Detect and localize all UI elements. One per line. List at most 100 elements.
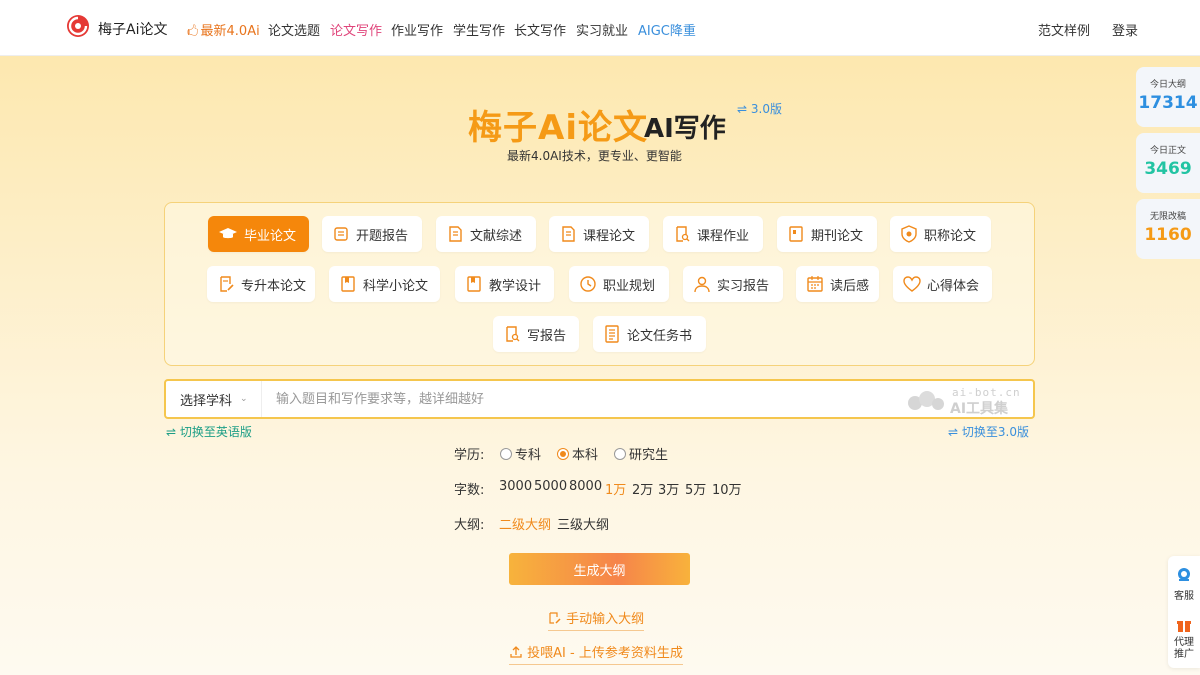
option-label: 专科 [515,448,542,463]
subject-select[interactable]: 选择学科 ⌄ [166,381,262,417]
category-label: 课程作业 [697,228,750,244]
word-count-option[interactable]: 5万 [685,479,706,498]
hero-subtitle: AI写作 [644,114,726,144]
upload-reference-label: 投喂AI - 上传参考资料生成 [527,646,683,661]
stat-label: 无限改稿 [1149,212,1186,222]
outline-option-two-level[interactable]: 二级大纲 [499,514,551,533]
category-teaching-design[interactable]: 教学设计 [455,266,554,302]
word-count-option[interactable]: 3000 [499,479,532,494]
option-label: 本科 [572,448,599,463]
stat-value: 1160 [1144,225,1192,245]
generate-outline-button[interactable]: 生成大纲 [509,553,690,585]
nav-internship[interactable]: 实习就业 [576,20,628,39]
logo-icon[interactable] [66,14,90,38]
stat-unlimited-revisions: 无限改稿 1160 [1136,199,1200,259]
nav-homework-writing[interactable]: 作业写作 [391,20,443,39]
document-search-icon [506,326,520,342]
category-graduation-thesis[interactable]: 毕业论文 [208,216,309,252]
option-label: 研究生 [629,448,669,463]
brand-name[interactable]: 梅子Ai论文 [98,19,167,39]
category-write-report[interactable]: 写报告 [493,316,579,352]
category-label: 期刊论文 [811,228,864,244]
category-career-planning[interactable]: 职业规划 [569,266,669,302]
category-course-paper[interactable]: 课程论文 [549,216,649,252]
category-experience-essay[interactable]: 心得体会 [893,266,992,302]
switch-v3-link[interactable]: ⇌ 切换至3.0版 [948,423,1029,440]
radio-icon [500,448,512,460]
category-label: 读后感 [830,278,870,294]
nav-long-writing[interactable]: 长文写作 [514,20,566,39]
stat-label: 今日大纲 [1149,80,1186,90]
category-science-essay[interactable]: 科学小论文 [329,266,440,302]
nav-label: 最新4.0Ai [200,24,260,39]
document-icon [562,226,575,242]
version-switch[interactable]: ⇌ 3.0版 [737,100,782,117]
education-option-junior-college[interactable]: 专科 [500,444,541,463]
word-count-option[interactable]: 3万 [658,479,679,498]
category-label: 心得体会 [927,278,980,294]
nav-thesis-topic[interactable]: 论文选题 [268,20,320,39]
upload-reference-button[interactable]: 投喂AI - 上传参考资料生成 [509,642,683,665]
category-label: 专升本论文 [241,278,307,294]
education-option-graduate[interactable]: 研究生 [614,444,668,463]
category-upgrade-thesis[interactable]: 专升本论文 [207,266,315,302]
customer-service-button[interactable]: 客服 [1168,566,1200,602]
agent-promotion-button[interactable]: 代理推广 [1168,618,1200,661]
nav-samples[interactable]: 范文样例 [1038,20,1090,39]
manual-outline-label: 手动输入大纲 [566,612,645,627]
stat-outline-today: 今日大纲 17314 [1136,67,1200,127]
education-label: 学历: [454,448,485,463]
list-document-icon [605,325,619,343]
category-literature-review[interactable]: 文献综述 [436,216,536,252]
outline-option-three-level[interactable]: 三级大纲 [557,514,609,533]
watermark: ai-bot.cn AI工具集 [906,385,1026,417]
stat-body-today: 今日正文 3469 [1136,133,1200,193]
category-course-homework[interactable]: 课程作业 [663,216,763,252]
category-label: 职称论文 [924,228,977,244]
user-icon [694,276,710,293]
radio-icon [614,448,626,460]
nav-thesis-writing[interactable]: 论文写作 [330,20,382,39]
manual-outline-button[interactable]: 手动输入大纲 [548,608,645,631]
book-icon [341,276,355,292]
category-proposal-report[interactable]: 开题报告 [322,216,422,252]
nav-latest-4-0ai[interactable]: 🖒 最新4.0Ai [187,20,260,43]
category-label: 职业规划 [603,278,656,294]
document-edit-icon [220,276,234,292]
calendar-icon [807,276,823,292]
category-journal-paper[interactable]: 期刊论文 [777,216,877,252]
nav-aigc-reduce[interactable]: AIGC降重 [638,20,696,39]
word-count-option[interactable]: 8000 [569,479,602,494]
topic-input[interactable] [266,381,886,417]
category-professional-title-paper[interactable]: 职称论文 [890,216,991,252]
document-icon [449,226,462,242]
chevron-down-icon: ⌄ [240,394,248,404]
journal-icon [789,226,803,242]
subject-select-label: 选择学科 [180,393,233,409]
category-label: 文献综述 [470,228,523,244]
education-option-undergraduate[interactable]: 本科 [557,444,598,463]
word-count-option[interactable]: 2万 [632,479,653,498]
stat-value: 3469 [1144,159,1192,179]
side-float-panel: 客服 代理推广 [1168,556,1200,668]
nav-student-writing[interactable]: 学生写作 [453,20,505,39]
category-reading-reflection[interactable]: 读后感 [796,266,879,302]
category-internship-report[interactable]: 实习报告 [683,266,783,302]
word-count-option[interactable]: 5000 [534,479,567,494]
login-link[interactable]: 登录 [1112,20,1138,39]
topic-input-box: 选择学科 ⌄ ai-bot.cn AI工具集 [164,379,1035,419]
document-search-icon [676,226,690,242]
category-label: 科学小论文 [363,278,429,294]
category-thesis-assignment[interactable]: 论文任务书 [593,316,706,352]
agent-promotion-label: 代理推广 [1174,637,1194,660]
badge-icon [901,225,917,243]
word-count-option-selected[interactable]: 1万 [605,479,626,498]
word-count-option[interactable]: 10万 [712,479,742,498]
graduation-cap-icon [219,228,237,239]
watermark-name: AI工具集 [950,401,1009,417]
heart-icon [903,276,921,292]
outline-label: 大纲: [454,518,485,533]
word-count-label: 字数: [454,483,485,498]
edit-icon [549,612,561,624]
switch-english-link[interactable]: ⇌ 切换至英语版 [166,423,252,440]
